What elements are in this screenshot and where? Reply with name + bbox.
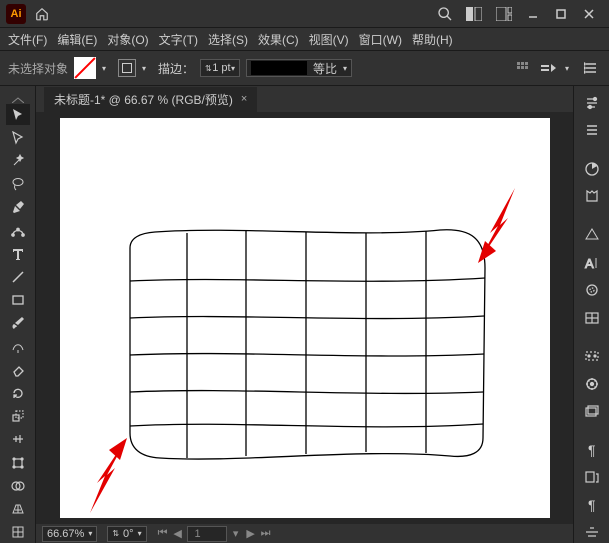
brushes-panel-icon[interactable]: A xyxy=(580,252,604,273)
line-tool[interactable] xyxy=(6,266,30,287)
arrow-annotation-top xyxy=(478,188,515,263)
curvature-tool[interactable] xyxy=(6,220,30,241)
free-transform-tool[interactable] xyxy=(6,452,30,473)
toolbar-grip-icon[interactable] xyxy=(12,92,24,100)
menu-select[interactable]: 选择(S) xyxy=(208,31,248,48)
control-more-dropdown[interactable]: ▾ xyxy=(565,64,575,73)
direct-select-tool[interactable] xyxy=(6,127,30,148)
stroke-dropdown-icon[interactable]: ▾ xyxy=(142,64,152,73)
artboard-nav: ⏮ ◀ 1 ▾ ▶ ⏭ xyxy=(157,526,272,542)
selection-status: 未选择对象 xyxy=(8,60,68,77)
svg-text:¶: ¶ xyxy=(588,497,596,513)
search-icon[interactable] xyxy=(433,3,457,25)
nav-next-icon[interactable]: ▶ xyxy=(245,527,257,540)
canvas-wrap xyxy=(36,112,573,524)
document-area: 未标题-1* @ 66.67 % (RGB/预览) × xyxy=(36,86,573,543)
isolate-icon[interactable] xyxy=(539,58,559,78)
align-panel-icon[interactable] xyxy=(580,522,604,543)
menu-effect[interactable]: 效果(C) xyxy=(258,31,299,48)
tab-close-icon[interactable]: × xyxy=(241,93,247,105)
stroke-scale-label: 等比 xyxy=(313,60,337,77)
symbols-panel-icon[interactable] xyxy=(580,279,604,300)
nav-prev-icon[interactable]: ◀ xyxy=(172,527,184,540)
color-guide-panel-icon[interactable] xyxy=(580,186,604,207)
menu-file[interactable]: 文件(F) xyxy=(8,31,47,48)
properties-panel-icon[interactable] xyxy=(580,92,604,113)
workspace: 未标题-1* @ 66.67 % (RGB/预览) × xyxy=(0,86,609,543)
menu-help[interactable]: 帮助(H) xyxy=(412,31,453,48)
menu-view[interactable]: 视图(V) xyxy=(309,31,349,48)
stroke-profile[interactable]: 等比 ▾ xyxy=(246,59,352,77)
svg-text:¶: ¶ xyxy=(588,442,596,458)
menu-object[interactable]: 对象(O) xyxy=(107,31,148,48)
swatches-panel-icon[interactable] xyxy=(580,224,604,245)
type-tool[interactable] xyxy=(6,243,30,264)
left-toolbar xyxy=(0,86,36,543)
menu-window[interactable]: 窗口(W) xyxy=(359,31,402,48)
shaper-tool[interactable] xyxy=(6,336,30,357)
app-logo: Ai xyxy=(6,4,26,24)
close-button[interactable] xyxy=(577,3,601,25)
transparency-panel-icon[interactable]: ¶ xyxy=(580,439,604,460)
menu-type[interactable]: 文字(T) xyxy=(159,31,198,48)
artboard-input[interactable]: 1 xyxy=(187,526,227,542)
nav-first-icon[interactable]: ⏮ xyxy=(157,527,169,540)
control-bar: 未选择对象 ▾ ▾ 描边： ⇅1 pt▾ 等比 ▾ ▾ xyxy=(0,50,609,86)
mesh-tool[interactable] xyxy=(6,522,30,543)
svg-text:A: A xyxy=(585,256,594,271)
pen-tool[interactable] xyxy=(6,197,30,218)
rect-tool[interactable] xyxy=(6,290,30,311)
rotate-tool[interactable] xyxy=(6,382,30,403)
align-icon[interactable] xyxy=(513,58,533,78)
wand-tool[interactable] xyxy=(6,150,30,171)
control-menu-icon[interactable] xyxy=(581,58,601,78)
fill-dropdown-icon[interactable]: ▾ xyxy=(102,64,112,73)
libraries-panel-icon[interactable] xyxy=(580,119,604,140)
document-title: 未标题-1* @ 66.67 % (RGB/预览) xyxy=(54,91,233,108)
paragraph-panel-icon[interactable]: ¶ xyxy=(580,494,604,515)
nav-dropdown-icon[interactable]: ▾ xyxy=(230,527,242,540)
menu-bar: 文件(F) 编辑(E) 对象(O) 文字(T) 选择(S) 效果(C) 视图(V… xyxy=(0,28,609,50)
fill-swatch[interactable] xyxy=(74,57,96,79)
stroke-panel-icon[interactable] xyxy=(580,307,604,328)
graphic-styles-panel-icon[interactable] xyxy=(580,400,604,421)
gradient-panel-icon[interactable] xyxy=(580,346,604,367)
shape-builder-tool[interactable] xyxy=(6,475,30,496)
home-icon[interactable] xyxy=(34,6,50,22)
eraser-tool[interactable] xyxy=(6,359,30,380)
stroke-swatch[interactable] xyxy=(118,59,136,77)
appearance-panel-icon[interactable] xyxy=(580,373,604,394)
brush-tool[interactable] xyxy=(6,313,30,334)
stroke-weight-input[interactable]: ⇅1 pt▾ xyxy=(200,59,240,77)
zoom-input[interactable]: 66.67%▾ xyxy=(42,526,97,542)
scale-tool[interactable] xyxy=(6,406,30,427)
arrow-annotation-bottom xyxy=(90,438,127,513)
status-bar: 66.67%▾ ⇅0°▾ ⏮ ◀ 1 ▾ ▶ ⏭ xyxy=(36,524,573,543)
width-tool[interactable] xyxy=(6,429,30,450)
nav-last-icon[interactable]: ⏭ xyxy=(260,527,272,540)
lasso-tool[interactable] xyxy=(6,174,30,195)
character-panel-icon[interactable] xyxy=(580,467,604,488)
canvas[interactable] xyxy=(60,118,550,518)
perspective-tool[interactable] xyxy=(6,498,30,519)
color-panel-icon[interactable] xyxy=(580,158,604,179)
rotation-input[interactable]: ⇅0°▾ xyxy=(107,526,146,542)
workspace-icon[interactable] xyxy=(491,3,517,25)
document-tab[interactable]: 未标题-1* @ 66.67 % (RGB/预览) × xyxy=(44,87,257,112)
maximize-button[interactable] xyxy=(549,3,573,25)
stroke-profile-icon xyxy=(251,61,307,75)
menu-edit[interactable]: 编辑(E) xyxy=(57,31,97,48)
selection-tool[interactable] xyxy=(6,104,30,125)
right-panel-dock: A ¶ ¶ xyxy=(573,86,609,543)
document-tabs: 未标题-1* @ 66.67 % (RGB/预览) × xyxy=(36,86,573,112)
titlebar: Ai xyxy=(0,0,609,28)
minimize-button[interactable] xyxy=(521,3,545,25)
arrange-docs-icon[interactable] xyxy=(461,3,487,25)
stroke-label: 描边： xyxy=(158,60,194,77)
